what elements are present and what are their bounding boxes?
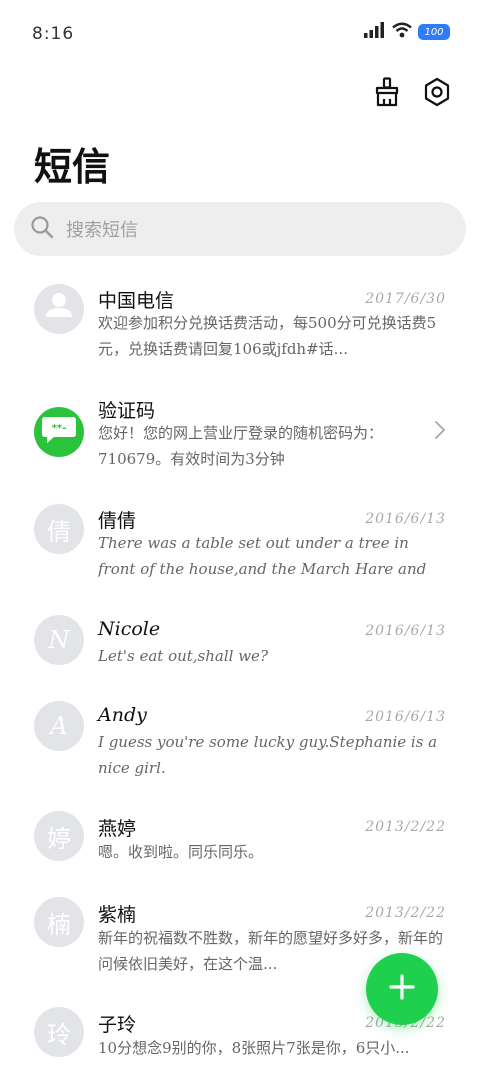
chevron-right-icon (434, 420, 446, 444)
wifi-icon (392, 22, 412, 42)
avatar (34, 284, 84, 334)
clean-button[interactable] (372, 77, 402, 111)
message-row[interactable]: A Andy 2016/6/13 I guess you're some luc… (0, 684, 480, 792)
message-preview: 欢迎参加积分兑换话费活动，每500分可兑换话费5元，兑换话费请回复106或jfd… (98, 314, 437, 358)
person-icon (34, 284, 84, 334)
contact-name: Nicole (98, 618, 161, 640)
message-row[interactable]: 婷 燕婷 2013/2/22 嗯。收到啦。同乐同乐。 (0, 794, 480, 878)
message-preview: 您好！您的网上营业厅登录的随机密码为：710679。有效时间为3分钟 (98, 424, 384, 468)
message-preview: 嗯。收到啦。同乐同乐。 (98, 843, 264, 861)
top-actions (372, 77, 452, 111)
message-row[interactable]: 中国电信 2017/6/30 欢迎参加积分兑换话费活动，每500分可兑换话费5元… (0, 268, 480, 376)
message-date: 2016/6/13 (365, 623, 446, 639)
message-date: 2017/6/30 (365, 291, 446, 307)
avatar-text: **- (52, 423, 67, 434)
avatar: 倩 (34, 504, 84, 554)
new-message-button[interactable] (366, 953, 438, 1025)
message-date: 2016/6/13 (365, 709, 446, 725)
contact-name: 紫楠 (98, 904, 137, 926)
search-input[interactable]: 搜索短信 (14, 202, 466, 256)
message-row[interactable]: N Nicole 2016/6/13 Let's eat out,shall w… (0, 598, 480, 682)
status-icons: 100 (364, 22, 450, 42)
contact-name: 倩倩 (98, 510, 137, 532)
chat-bubble-icon: **- (40, 413, 78, 451)
status-bar: 8:16 100 (0, 0, 480, 64)
avatar: A (34, 701, 84, 751)
page-title: 短信 (34, 144, 111, 189)
message-date: 2016/6/13 (365, 511, 446, 527)
contact-name: 燕婷 (98, 818, 137, 840)
message-date: 2013/2/22 (365, 819, 446, 835)
plus-icon (388, 973, 416, 1005)
contact-name: Andy (98, 704, 147, 726)
avatar: 楠 (34, 897, 84, 947)
message-preview: I guess you're some lucky guy.Stephanie … (98, 733, 438, 777)
gear-icon (423, 77, 451, 111)
message-row[interactable]: **- 验证码 您好！您的网上营业厅登录的随机密码为：710679。有效时间为3… (0, 378, 480, 486)
battery-indicator: 100 (418, 24, 450, 40)
avatar: N (34, 615, 84, 665)
message-date: 2013/2/22 (365, 905, 446, 921)
broom-icon (374, 77, 400, 111)
contact-name: 验证码 (98, 400, 156, 422)
status-time: 8:16 (32, 24, 75, 44)
settings-button[interactable] (422, 77, 452, 111)
message-preview: There was a table set out under a tree i… (98, 534, 427, 578)
avatar: 玲 (34, 1007, 84, 1057)
message-preview: 10分想念9别的你，8张照片7张是你，6只小... (98, 1039, 410, 1057)
message-row[interactable]: 倩 倩倩 2016/6/13 There was a table set out… (0, 488, 480, 596)
signal-icon (364, 22, 386, 42)
contact-name: 子玲 (98, 1014, 137, 1036)
avatar: **- (34, 407, 84, 457)
contact-name: 中国电信 (98, 290, 175, 312)
avatar: 婷 (34, 811, 84, 861)
search-placeholder: 搜索短信 (66, 220, 138, 241)
message-preview: Let's eat out,shall we? (98, 647, 268, 665)
search-icon (30, 215, 54, 243)
